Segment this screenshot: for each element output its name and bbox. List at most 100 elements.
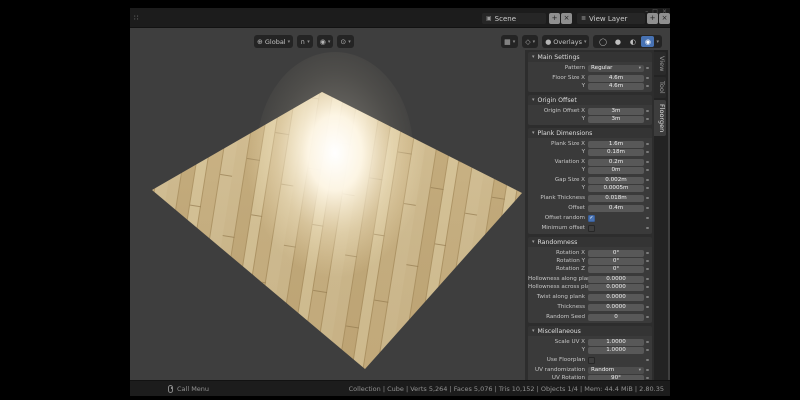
number-field[interactable]: 1.6m [588,140,644,148]
decorator-dot[interactable] [646,186,649,190]
overlays-label: Overlays [553,37,582,46]
number-field[interactable]: 0m [588,166,644,174]
snapping-toggle[interactable]: ∩ ▾ [297,35,313,48]
number-field[interactable]: 0° [588,257,644,265]
remove-view-layer-button[interactable]: × [659,13,670,24]
property-label: Rotation Y [556,258,585,264]
remove-scene-button[interactable]: × [561,13,572,24]
decorator-dot[interactable] [646,216,649,220]
view-layer-icon: ≣ [581,15,587,22]
decorator-dot[interactable] [646,295,649,299]
section-header[interactable]: ▾ Miscellaneous [528,326,652,336]
decorator-dot[interactable] [646,376,649,380]
number-field[interactable]: 0.0000 [588,303,644,311]
number-field[interactable]: 0.0005m [588,184,644,192]
property-label: Scale UV X [554,339,585,345]
magnet-icon: ∩ [300,37,306,46]
number-field[interactable]: 0° [588,249,644,257]
property-row: Variation X 0.2m [528,158,651,166]
number-field[interactable]: 1.0000 [588,338,644,346]
new-view-layer-button[interactable]: + [647,13,658,24]
property-row: Floor Size X 4.6m [528,74,651,82]
property-label: Random Seed [546,314,585,320]
decorator-dot[interactable] [646,368,649,372]
decorator-dot[interactable] [646,178,649,182]
decorator-dot[interactable] [646,315,649,319]
checkbox[interactable]: ✓ [588,214,595,222]
tab-floorgen[interactable]: Floorgen [654,100,666,137]
uv-randomization-dropdown[interactable]: Random ▾ [588,366,644,374]
chevron-down-icon: ▾ [327,38,331,45]
decorator-dot[interactable] [646,340,649,344]
number-field[interactable]: 0.018m [588,194,644,202]
chevron-down-icon: ▾ [348,38,351,45]
number-field[interactable]: 1.0000 [588,346,644,354]
scene-selector[interactable]: ▣ Scene [482,13,546,24]
overlays-dropdown[interactable]: ● Overlays ▾ [542,35,590,48]
decorator-dot[interactable] [646,305,649,309]
new-scene-button[interactable]: + [549,13,560,24]
decorator-dot[interactable] [646,206,649,210]
number-field[interactable]: 0.0000 [588,275,644,283]
section-header[interactable]: ▾ Plank Dimensions [528,128,652,138]
decorator-dot[interactable] [646,259,649,263]
section-main-settings: ▾ Main Settings Pattern Regular ▾ Floor … [528,52,652,92]
decorator-dot[interactable] [646,277,649,281]
number-field[interactable]: 0.4m [588,204,644,212]
property-row: Scale UV X 1.0000 [528,338,651,346]
app-menu-icon[interactable]: ∷ [134,14,138,22]
decorator-dot[interactable] [646,196,649,200]
number-field[interactable]: 0.2m [588,158,644,166]
number-field[interactable]: 0.18m [588,148,644,156]
rendered-shading-button[interactable]: ◉ [641,36,655,47]
property-row: Y 0.18m [528,148,651,156]
show-gizmo-dropdown[interactable]: ▦ ▾ [501,35,519,48]
pattern-dropdown[interactable]: Regular ▾ [588,64,644,72]
transform-orientation-dropdown[interactable]: ⊕ Global ▾ [254,35,294,48]
section-header[interactable]: ▾ Origin Offset [528,95,652,105]
chevron-down-icon: ▾ [307,38,310,45]
decorator-dot[interactable] [646,142,649,146]
decorator-dot[interactable] [646,150,649,154]
number-field[interactable]: 3m [588,115,644,123]
number-field[interactable]: 0.002m [588,176,644,184]
number-field[interactable]: 3m [588,107,644,115]
property-label: Offset [568,205,585,211]
decorator-dot[interactable] [646,84,649,88]
decorator-dot[interactable] [646,76,649,80]
number-field[interactable]: 4.6m [588,82,644,90]
decorator-dot[interactable] [646,251,649,255]
decorator-dot[interactable] [646,226,649,230]
decorator-dot[interactable] [646,109,649,113]
number-field[interactable]: 0° [588,265,644,273]
property-label: Hollowness across plank [528,284,597,290]
shading-dropdown-icon[interactable]: ▾ [656,39,659,45]
decorator-dot[interactable] [646,66,649,70]
wireframe-shading-button[interactable]: ◯ [596,36,609,47]
material-shading-button[interactable]: ◐ [626,36,639,47]
decorator-dot[interactable] [646,160,649,164]
property-row: Thickness 0.0000 [528,303,651,311]
snap-target-dropdown[interactable]: ⊙ ▾ [337,35,354,48]
tab-view[interactable]: View [654,52,666,76]
number-field[interactable]: 0.0000 [588,283,644,291]
section-header[interactable]: ▾ Randomness [528,237,652,247]
number-field[interactable]: 0.0000 [588,293,644,301]
tab-tool[interactable]: Tool [654,77,666,99]
gizmos-toggle[interactable]: ◇ ▾ [522,35,539,48]
number-field[interactable]: 0 [588,313,644,321]
section-header[interactable]: ▾ Main Settings [528,52,652,62]
decorator-dot[interactable] [646,285,649,289]
number-field[interactable]: 4.6m [588,74,644,82]
viewport-header-left: ⊕ Global ▾ ∩ ▾ ◉ ▾ ⊙ ▾ [254,35,354,48]
decorator-dot[interactable] [646,358,649,362]
decorator-dot[interactable] [646,168,649,172]
proportional-edit-toggle[interactable]: ◉ ▾ [316,35,334,48]
view-layer-selector[interactable]: ≣ View Layer [577,13,645,24]
solid-shading-button[interactable]: ● [611,36,624,47]
decorator-dot[interactable] [646,348,649,352]
checkbox[interactable] [588,224,595,232]
decorator-dot[interactable] [646,267,649,271]
decorator-dot[interactable] [646,117,649,121]
checkbox[interactable] [588,356,595,364]
